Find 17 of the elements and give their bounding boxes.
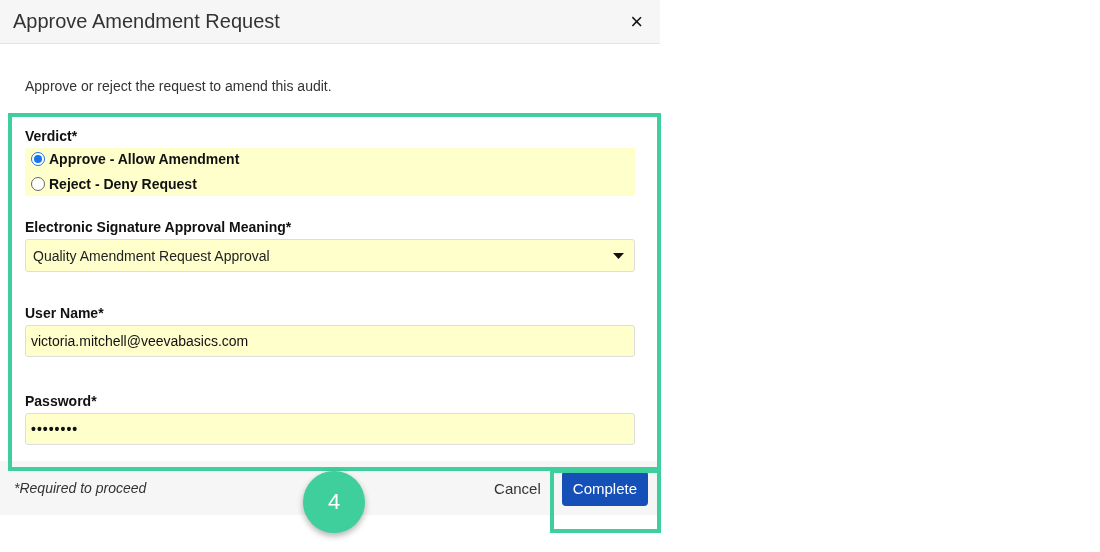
radio-button[interactable] (31, 152, 45, 166)
field-label: User Name* (25, 305, 105, 321)
close-button[interactable]: × (630, 8, 643, 35)
radio-label[interactable]: Reject - Deny Request (49, 176, 197, 192)
radio-button[interactable] (31, 177, 45, 191)
user-name-field[interactable]: victoria.mitchell@veevabasics.com (25, 325, 635, 357)
field-label: Electronic Signature Approval Meaning* (25, 219, 293, 235)
dialog-title: Approve Amendment Request (13, 10, 280, 33)
required-note: *Required to proceed (14, 480, 148, 496)
caret-icon (613, 252, 624, 259)
cancel-button[interactable]: Cancel (494, 475, 541, 501)
password-field[interactable]: •••••••• (25, 413, 635, 445)
description-text: Approve or reject the request to amend this audit. (25, 78, 333, 94)
meaning-dropdown[interactable]: Quality Amendment Request Approval (25, 239, 635, 272)
radio-label[interactable]: Approve - Allow Amendment (49, 151, 240, 167)
field-label: Password* (25, 393, 98, 409)
field-label: Verdict* (25, 128, 79, 144)
